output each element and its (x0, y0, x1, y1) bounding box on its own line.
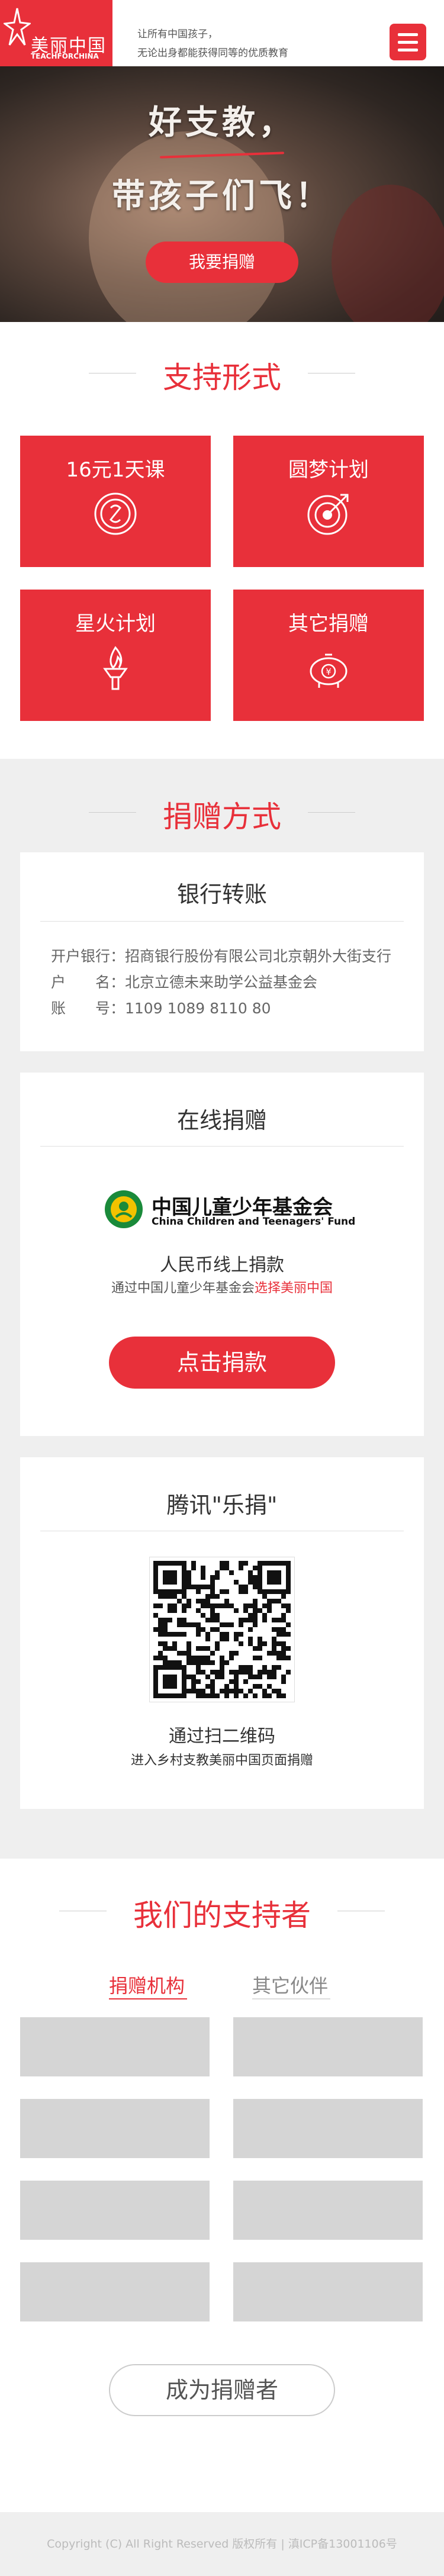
donation-methods-section: 捐赠方式 银行转账 开户银行：招商银行股份有限公司北京朝外大街支行 户 名：北京… (0, 759, 444, 1859)
title-divider (308, 812, 355, 813)
supporter-logo-placeholder[interactable] (20, 2017, 210, 2076)
become-donor-button[interactable]: 成为捐赠者 (109, 2364, 335, 2416)
online-desc: 人民币线上捐款 (160, 1255, 284, 1276)
online-donation-card: 在线捐赠 中国儿童少年基金会 China Children and Teenag… (20, 1073, 424, 1436)
tile-label: 圆梦计划 (288, 458, 369, 482)
fund-logo: 中国儿童少年基金会 China Children and Teenagers' … (103, 1189, 355, 1230)
hamburger-bar (398, 33, 418, 36)
tab-other-partners[interactable]: 其它伙伴 (252, 1971, 328, 1998)
supporter-logo-placeholder[interactable] (20, 2099, 210, 2158)
supporters-section: 我们的支持者 捐赠机构 其它伙伴 成为捐赠者 (0, 1859, 444, 2512)
hero-title-line-2: 带孩子们飞！ (112, 176, 332, 215)
card-divider (40, 921, 404, 922)
bank-name: 开户银行：招商银行股份有限公司北京朝外大街支行 (51, 948, 392, 965)
tab-indicator (252, 1998, 330, 1999)
online-card-title: 在线捐赠 (176, 1107, 267, 1134)
logo-text-en: TEACHFORCHINA (31, 52, 99, 60)
qr-code-icon (153, 1561, 291, 1698)
hamburger-bar (398, 49, 418, 51)
slogan-line-2: 无论出身都能获得同等的优质教育 (137, 47, 288, 59)
footer: Copyright (C) All Right Reserved 版权所有 | … (0, 2512, 444, 2576)
target-icon (307, 494, 349, 535)
supporter-logo-placeholder[interactable] (233, 2262, 423, 2321)
support-tile-dream-plan[interactable]: 圆梦计划 (233, 436, 424, 567)
hero-title-line-1: 好支教， (149, 103, 295, 142)
active-tab-indicator (109, 1998, 187, 1999)
fund-emblem-icon (105, 1190, 143, 1228)
support-tile-daily-course[interactable]: 16元1天课 (20, 436, 211, 567)
bank-card-title: 银行转账 (176, 881, 267, 907)
tencent-ledonate-card: 腾讯"乐捐" 通过扫二维码 进入乡村支教美丽中国页面捐赠 (20, 1457, 424, 1809)
svg-text:¥: ¥ (326, 666, 332, 677)
online-subtext: 通过中国儿童少年基金会选择美丽中国 (111, 1281, 333, 1296)
supporter-logo-placeholder[interactable] (20, 2181, 210, 2240)
slogan: 让所有中国孩子， 无论出身都能获得同等的优质教育 (137, 25, 288, 63)
hamburger-bar (398, 41, 418, 44)
title-divider (89, 812, 136, 813)
account-holder: 户 名：北京立德未来助学公益基金会 (51, 974, 318, 991)
tile-label: 星火计划 (75, 612, 156, 636)
qr-subtext: 进入乡村支教美丽中国页面捐赠 (130, 1753, 313, 1768)
choose-tfc-link[interactable]: 选择美丽中国 (255, 1281, 333, 1296)
torch-icon (103, 646, 128, 690)
menu-button[interactable] (390, 24, 426, 60)
methods-title: 捐赠方式 (0, 793, 444, 836)
supporter-logo-placeholder[interactable] (233, 2181, 423, 2240)
bank-transfer-card: 银行转账 开户银行：招商银行股份有限公司北京朝外大街支行 户 名：北京立德未来助… (20, 852, 424, 1051)
supporter-logo-placeholder[interactable] (233, 2017, 423, 2076)
support-title: 支持形式 (0, 354, 444, 397)
tile-label: 16元1天课 (66, 458, 165, 482)
tile-label: 其它捐赠 (288, 612, 369, 636)
supporter-logo-placeholder[interactable] (233, 2099, 423, 2158)
card-divider (40, 1146, 404, 1147)
hero-banner: 好支教， 带孩子们飞！ 我要捐赠 (0, 66, 444, 322)
account-number: 账 号：1109 1089 8110 80 (51, 1000, 271, 1017)
qr-desc: 通过扫二维码 (169, 1726, 275, 1747)
support-tile-other-donation[interactable]: 其它捐赠 ¥ (233, 590, 424, 721)
piggy-bank-icon: ¥ (310, 653, 348, 688)
tencent-card-title: 腾讯"乐捐" (166, 1492, 278, 1518)
tab-donor-institutions[interactable]: 捐赠机构 (109, 1971, 185, 1998)
donate-button[interactable]: 我要捐赠 (146, 242, 298, 283)
star-logo-icon (4, 8, 31, 46)
site-header: 美丽中国 TEACHFORCHINA 让所有中国孩子， 无论出身都能获得同等的优… (0, 0, 444, 66)
support-section: 支持形式 16元1天课 圆梦计划 星火计划 其它捐赠 ¥ (0, 322, 444, 759)
slogan-line-1: 让所有中国孩子， (137, 28, 218, 40)
supporters-title: 我们的支持者 (0, 1892, 444, 1934)
logo[interactable]: 美丽中国 TEACHFORCHINA (0, 0, 112, 66)
support-tile-spark-plan[interactable]: 星火计划 (20, 590, 211, 721)
hero-photo-subject (89, 131, 284, 322)
click-donate-button[interactable]: 点击捐款 (109, 1337, 335, 1389)
coin-icon (94, 492, 137, 535)
supporter-logo-placeholder[interactable] (20, 2262, 210, 2321)
fund-name-en: China Children and Teenagers' Fund (152, 1216, 356, 1228)
qr-code (149, 1557, 295, 1702)
